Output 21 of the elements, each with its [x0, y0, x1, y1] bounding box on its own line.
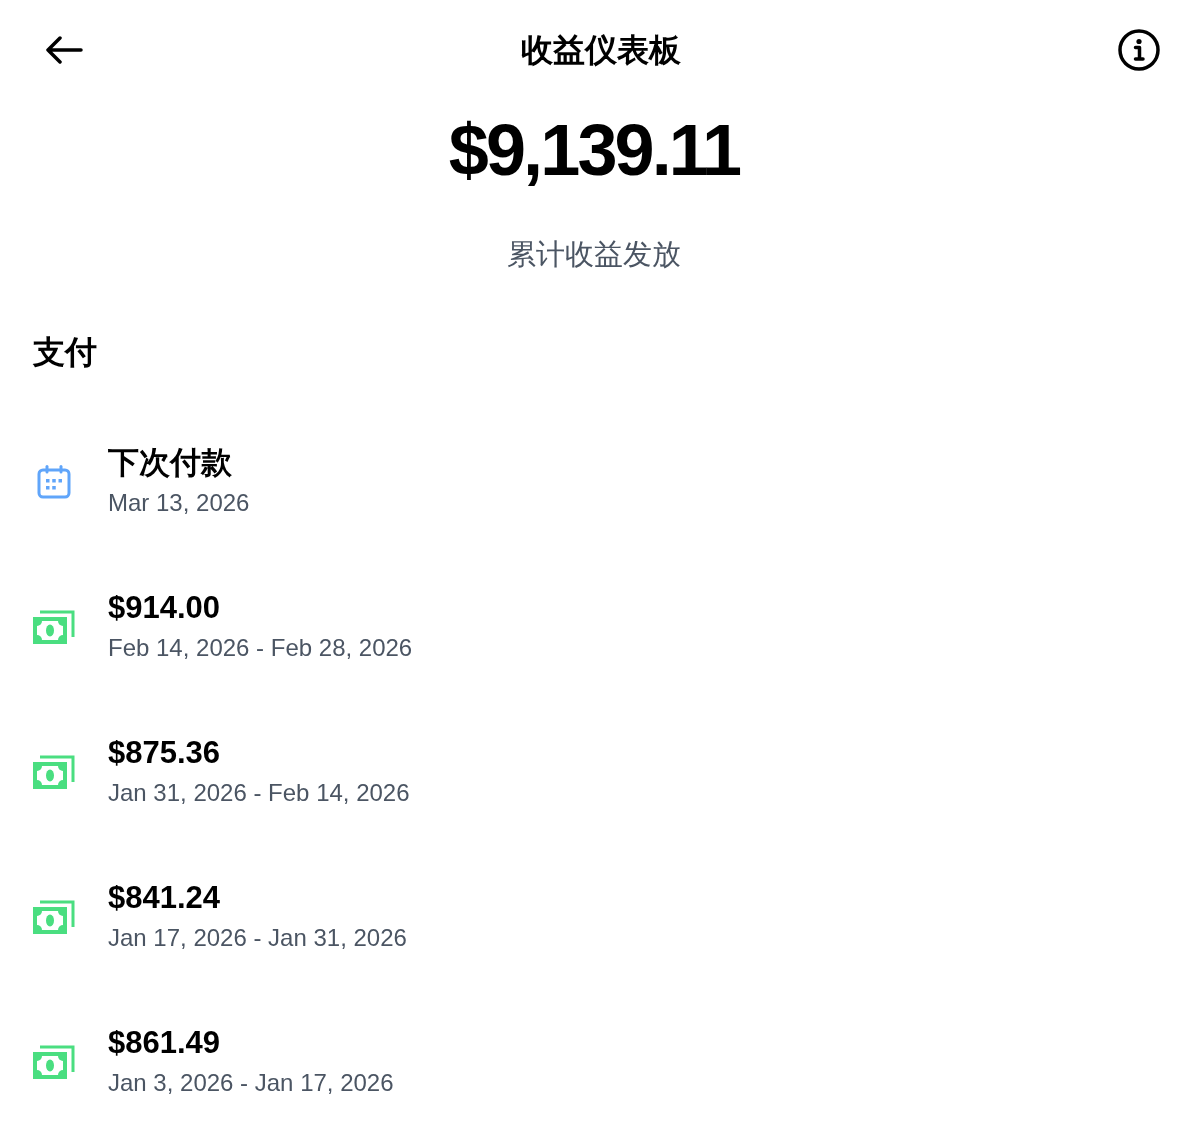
back-arrow-icon[interactable] — [45, 36, 83, 64]
total-earnings-amount: $9,139.11 — [448, 114, 740, 186]
payment-date: Jan 31, 2026 - Feb 14, 2026 — [108, 778, 410, 808]
info-icon[interactable] — [1118, 29, 1160, 71]
banknotes-icon — [33, 753, 75, 790]
payment-title: $861.49 — [108, 1024, 222, 1062]
banknotes-icon — [33, 608, 75, 645]
banknotes-icon — [33, 898, 75, 935]
section-heading: 支付 — [33, 333, 98, 372]
page-title: 收益仪表板 — [520, 31, 681, 70]
payment-title: $875.36 — [108, 734, 222, 772]
payment-title: $914.00 — [108, 589, 222, 627]
payment-title: 下次付款 — [108, 444, 233, 482]
banknotes-icon — [33, 1043, 75, 1080]
payment-title: $841.24 — [108, 879, 222, 917]
total-earnings-caption: 累计收益发放 — [507, 237, 681, 272]
payment-date: Jan 17, 2026 - Jan 31, 2026 — [108, 923, 407, 953]
payment-date: Feb 14, 2026 - Feb 28, 2026 — [108, 633, 413, 663]
calendar-icon — [37, 464, 71, 499]
payment-date: Mar 13, 2026 — [108, 488, 250, 518]
payment-date: Jan 3, 2026 - Jan 17, 2026 — [108, 1068, 394, 1098]
